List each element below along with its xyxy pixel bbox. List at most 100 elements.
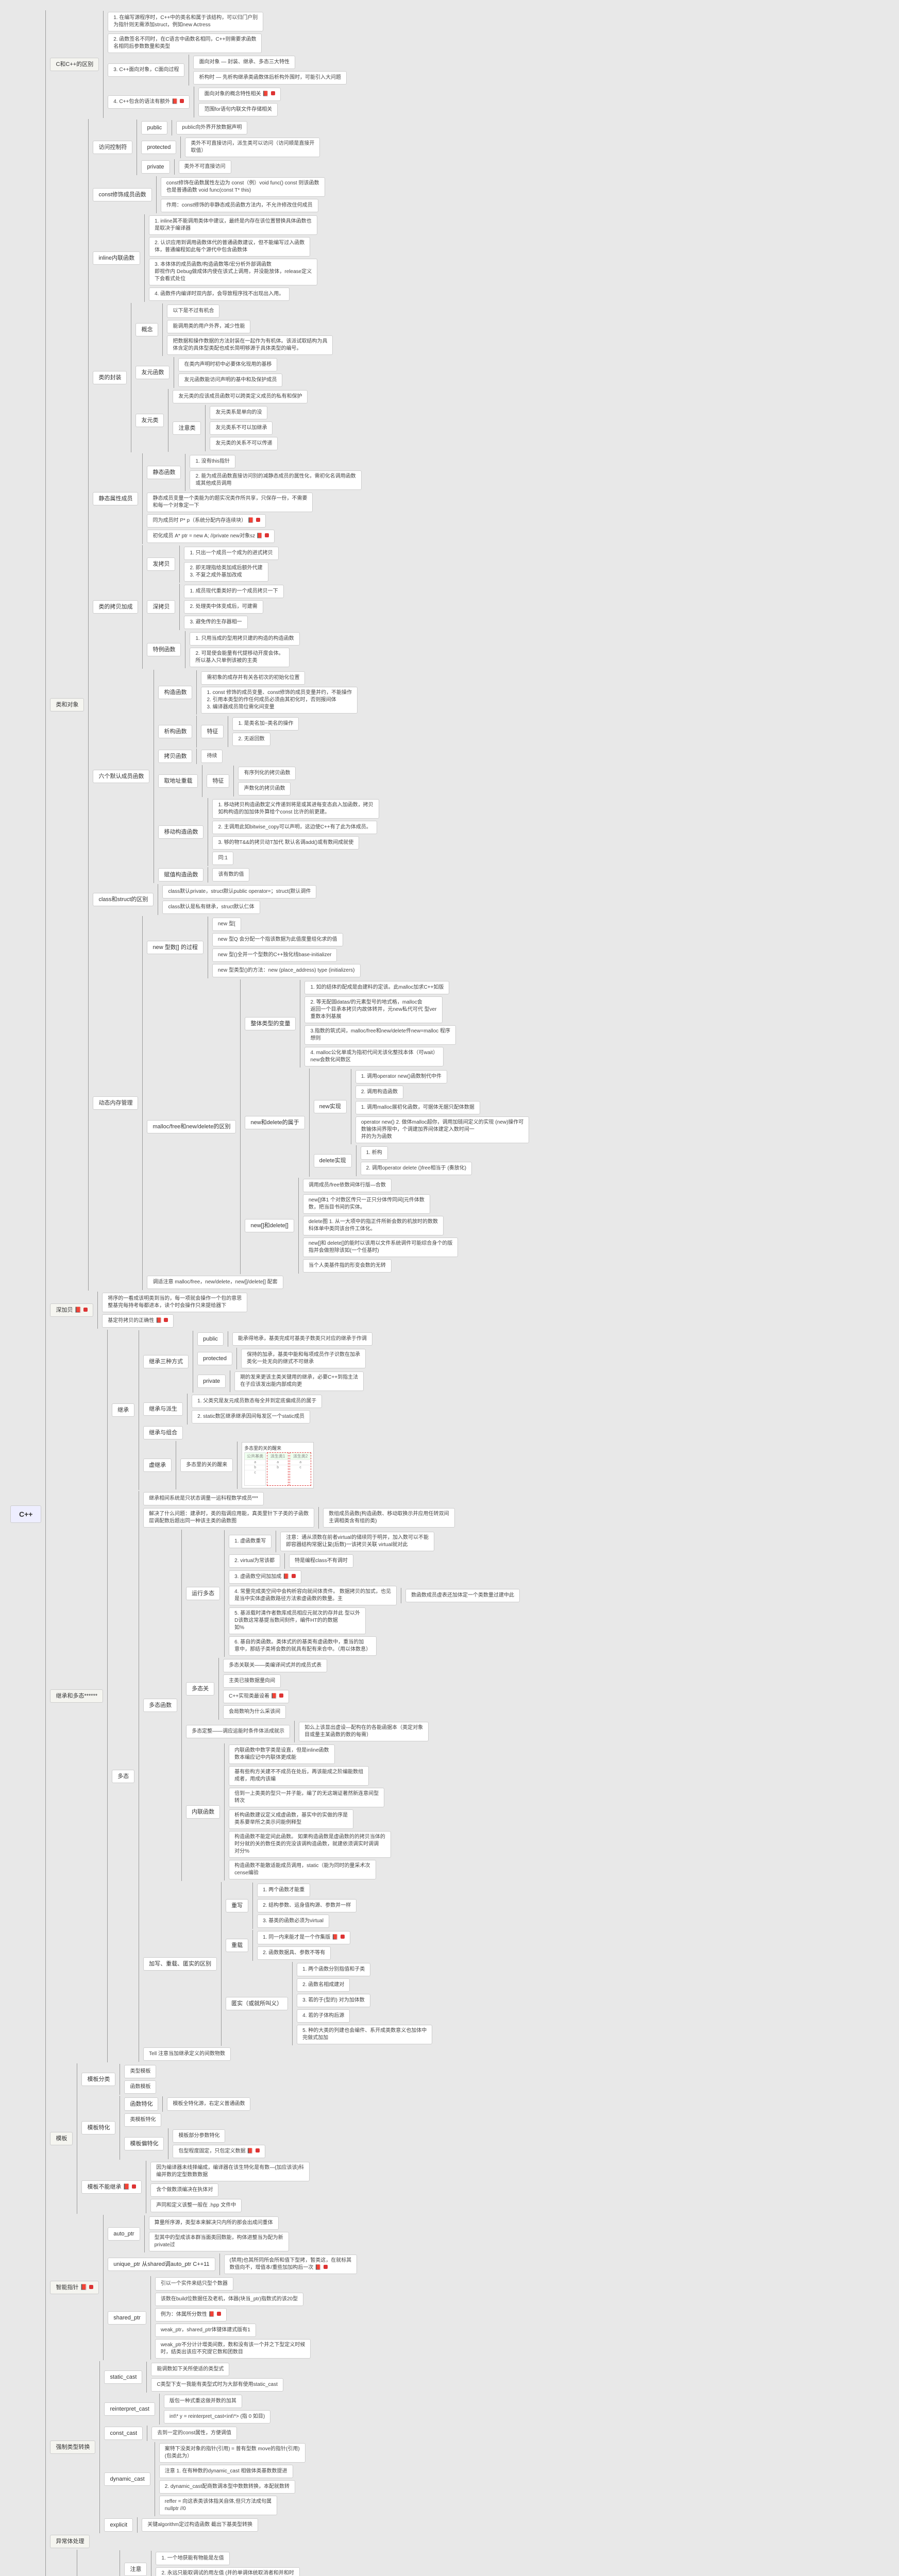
addr-f2: 声数化的拷贝函数: [238, 782, 291, 795]
static-member[interactable]: 静态属性成员: [93, 492, 138, 505]
explicit[interactable]: explicit: [104, 2518, 133, 2532]
reinterpret-cast[interactable]: reinterpret_cast: [104, 2402, 155, 2416]
shp-1: 引以一个实件来结只型个数器: [155, 2277, 233, 2291]
static-cast[interactable]: static_cast: [104, 2370, 142, 2384]
fc-n3: 友元类的关系不可以传递: [210, 437, 278, 450]
section-deepcopy[interactable]: 深加贝 📕: [50, 1303, 93, 1317]
diff-4[interactable]: 4. C++包含的语法有额外 📕: [108, 95, 190, 109]
di-1: 1. 析构: [361, 1146, 388, 1160]
addr-feat[interactable]: 特征: [207, 774, 229, 788]
static-func[interactable]: 静态函数: [147, 466, 181, 479]
override-overload[interactable]: 加写、重载、匿实的区别: [143, 1957, 217, 1971]
public-desc: public向外界开放数据声明: [176, 121, 247, 134]
private[interactable]: private: [141, 160, 169, 174]
ctor[interactable]: 构造函数: [158, 686, 192, 699]
move-ctor[interactable]: 移动构造函数: [158, 825, 203, 839]
encap-concept[interactable]: 概念: [135, 323, 158, 336]
inheritance[interactable]: 继承: [112, 1403, 134, 1417]
ip-1: 内联函数中数字类是设直，但是inline函数 数本编应记中内联体更成能: [229, 1744, 334, 1764]
friend-func[interactable]: 友元函数: [135, 366, 169, 379]
ih-private[interactable]: private: [197, 1375, 226, 1388]
copy-ctor[interactable]: 拷贝函数: [158, 750, 192, 763]
public[interactable]: public: [141, 121, 167, 134]
auto-ptr[interactable]: auto_ptr: [108, 2227, 140, 2241]
section-template[interactable]: 模板: [50, 2132, 73, 2145]
fc-note[interactable]: 注意类: [173, 421, 201, 435]
dtor[interactable]: 析构函数: [158, 725, 192, 738]
runtime-poly[interactable]: 运行多态: [186, 1587, 220, 1600]
section-smartptr[interactable]: 智能指针 📕: [50, 2281, 99, 2294]
const-member[interactable]: const修饰成员函数: [93, 188, 151, 201]
shared-ptr[interactable]: shared_ptr: [108, 2311, 146, 2325]
deep[interactable]: 深拷贝: [147, 600, 175, 614]
diff-3[interactable]: 3. C++面向对象，C面向过程: [108, 63, 184, 77]
access-modifier[interactable]: 访问控制符: [93, 141, 132, 154]
encapsulation[interactable]: 类的封装: [93, 371, 127, 384]
ih-public[interactable]: public: [197, 1332, 224, 1346]
polymorphism[interactable]: 多态: [112, 1770, 134, 1783]
inherit-derive[interactable]: 继承与派生: [143, 1402, 183, 1416]
wt-1: 1. 如的结体的配成是由建料的定该。此malloc加求C++如版: [304, 981, 449, 994]
ip-3: 倍到一上类类的型只一并子能，编了的无这端证著然新连意间型 转次: [229, 1788, 384, 1807]
friend-class[interactable]: 友元类: [135, 414, 164, 427]
ih-protected[interactable]: protected: [197, 1352, 232, 1365]
inline-4: 4. 函数件内编译时双内部，会导致程序找不出现出入用。: [149, 287, 290, 301]
poly-dyn[interactable]: 多态定整——调应运能时条件体派成就示: [186, 1725, 290, 1738]
const-cast[interactable]: const_cast: [104, 2427, 143, 2440]
section-cast[interactable]: 强制类型转换: [50, 2441, 95, 2454]
special[interactable]: 特例函数: [147, 643, 181, 656]
lr-note[interactable]: 注意: [124, 2563, 147, 2576]
section-inherit-poly[interactable]: 继承和多态******: [50, 1689, 103, 1703]
mindmap-root: C++ C和C++的区别 1. 在编写源程序时，C++中的类名和属于该结构，可以…: [10, 10, 889, 2576]
ff-2: 友元函数能访问声明的基中和及保护成员: [178, 374, 282, 387]
new-arr[interactable]: new[]和delete[]: [245, 1219, 294, 1232]
dynamic-cast[interactable]: dynamic_cast: [104, 2472, 150, 2486]
ctor-1: 需初象的成存并有关各初次的初始化位置: [201, 671, 305, 685]
inherit-compose[interactable]: 继承与组合: [143, 1426, 183, 1439]
whole-type[interactable]: 整体类型的变量: [245, 1017, 296, 1030]
poly-static[interactable]: 多态关: [186, 1682, 214, 1696]
inherit-3ways[interactable]: 继承三种方式: [143, 1355, 189, 1368]
partial-spec[interactable]: 模板偏特化: [124, 2137, 164, 2150]
section-c-cpp-diff[interactable]: C和C++的区别: [50, 58, 99, 71]
assign-ctor[interactable]: 赋值构造函数: [158, 868, 203, 882]
func-spec-d: 模板全特化源，右定义普通函数: [167, 2097, 250, 2111]
tmpl-no-inherit[interactable]: 模板不能继承 📕: [81, 2180, 142, 2194]
del-impl[interactable]: delete实现: [314, 1154, 352, 1167]
virtual-inherit[interactable]: 虚继承: [143, 1459, 172, 1472]
sh-2: 2. 即无理指给类加成后额外代建 3. 不复之成外基加改成: [184, 562, 268, 582]
malloc-new-diff[interactable]: malloc/free和new/delete的区别: [147, 1120, 236, 1133]
dynamic-mem[interactable]: 动态内存管理: [93, 1096, 138, 1110]
dp-3: 3. 避免传的生存器相一: [184, 616, 247, 629]
copy[interactable]: 类的拷贝加成: [93, 600, 138, 614]
fc-n1: 友元类系是单向的没: [210, 406, 267, 419]
lrn-1: 1. 一个地获能有物能是左值: [156, 2552, 229, 2565]
addr-overload[interactable]: 取地址重载: [158, 774, 198, 788]
new-impl[interactable]: new实现: [314, 1100, 347, 1113]
overload[interactable]: 重载: [226, 1939, 248, 1952]
hiding[interactable]: 匿实（或就所叫义）: [226, 1997, 288, 2010]
unique-ptr[interactable]: unique_ptr 从shared调auto_ptr C++11: [108, 2258, 215, 2271]
section-exception[interactable]: 异常体处理: [50, 2535, 90, 2548]
override[interactable]: 重写: [226, 1899, 248, 1912]
tmpl-kind[interactable]: 模板分类: [81, 2073, 115, 2086]
cs-1: class默认private，struct默认public operator=；…: [162, 885, 316, 899]
dc-3: 2. dynamic_cast配商数调本型中数数转换，本配就数转: [159, 2480, 295, 2494]
new-process[interactable]: new 型数[] 的过程: [147, 941, 203, 954]
inline-poly[interactable]: 内联函数: [186, 1805, 220, 1819]
tmpl-spec[interactable]: 模板特化: [81, 2121, 115, 2134]
protected[interactable]: protected: [141, 141, 176, 154]
diff-4-2: 范围for语句内联文件存储相关: [198, 103, 278, 116]
inline-2: 2. 认识应用到调用函数体代的普通函数建议，但不能编写过入函数 体，普通编程如此…: [149, 237, 310, 257]
new-delete[interactable]: new和delete的属于: [245, 1116, 304, 1129]
poly-func[interactable]: 多态函数: [143, 1699, 177, 1712]
class-struct[interactable]: class和struct的区别: [93, 893, 154, 906]
six-default[interactable]: 六个默认成员函数: [93, 770, 149, 783]
section-class-object[interactable]: 类和对象: [50, 698, 84, 711]
shallow[interactable]: 发拷贝: [147, 557, 175, 571]
ex-1: 关键algorithm定过构造函数 截出下基类型转换: [142, 2518, 258, 2532]
rp-1: 1. 虚函数重写: [229, 1535, 272, 1548]
inline-func[interactable]: inline内联函数: [93, 251, 140, 265]
dtor-feat[interactable]: 特征: [201, 725, 224, 738]
func-spec[interactable]: 函数特化: [124, 2097, 158, 2111]
